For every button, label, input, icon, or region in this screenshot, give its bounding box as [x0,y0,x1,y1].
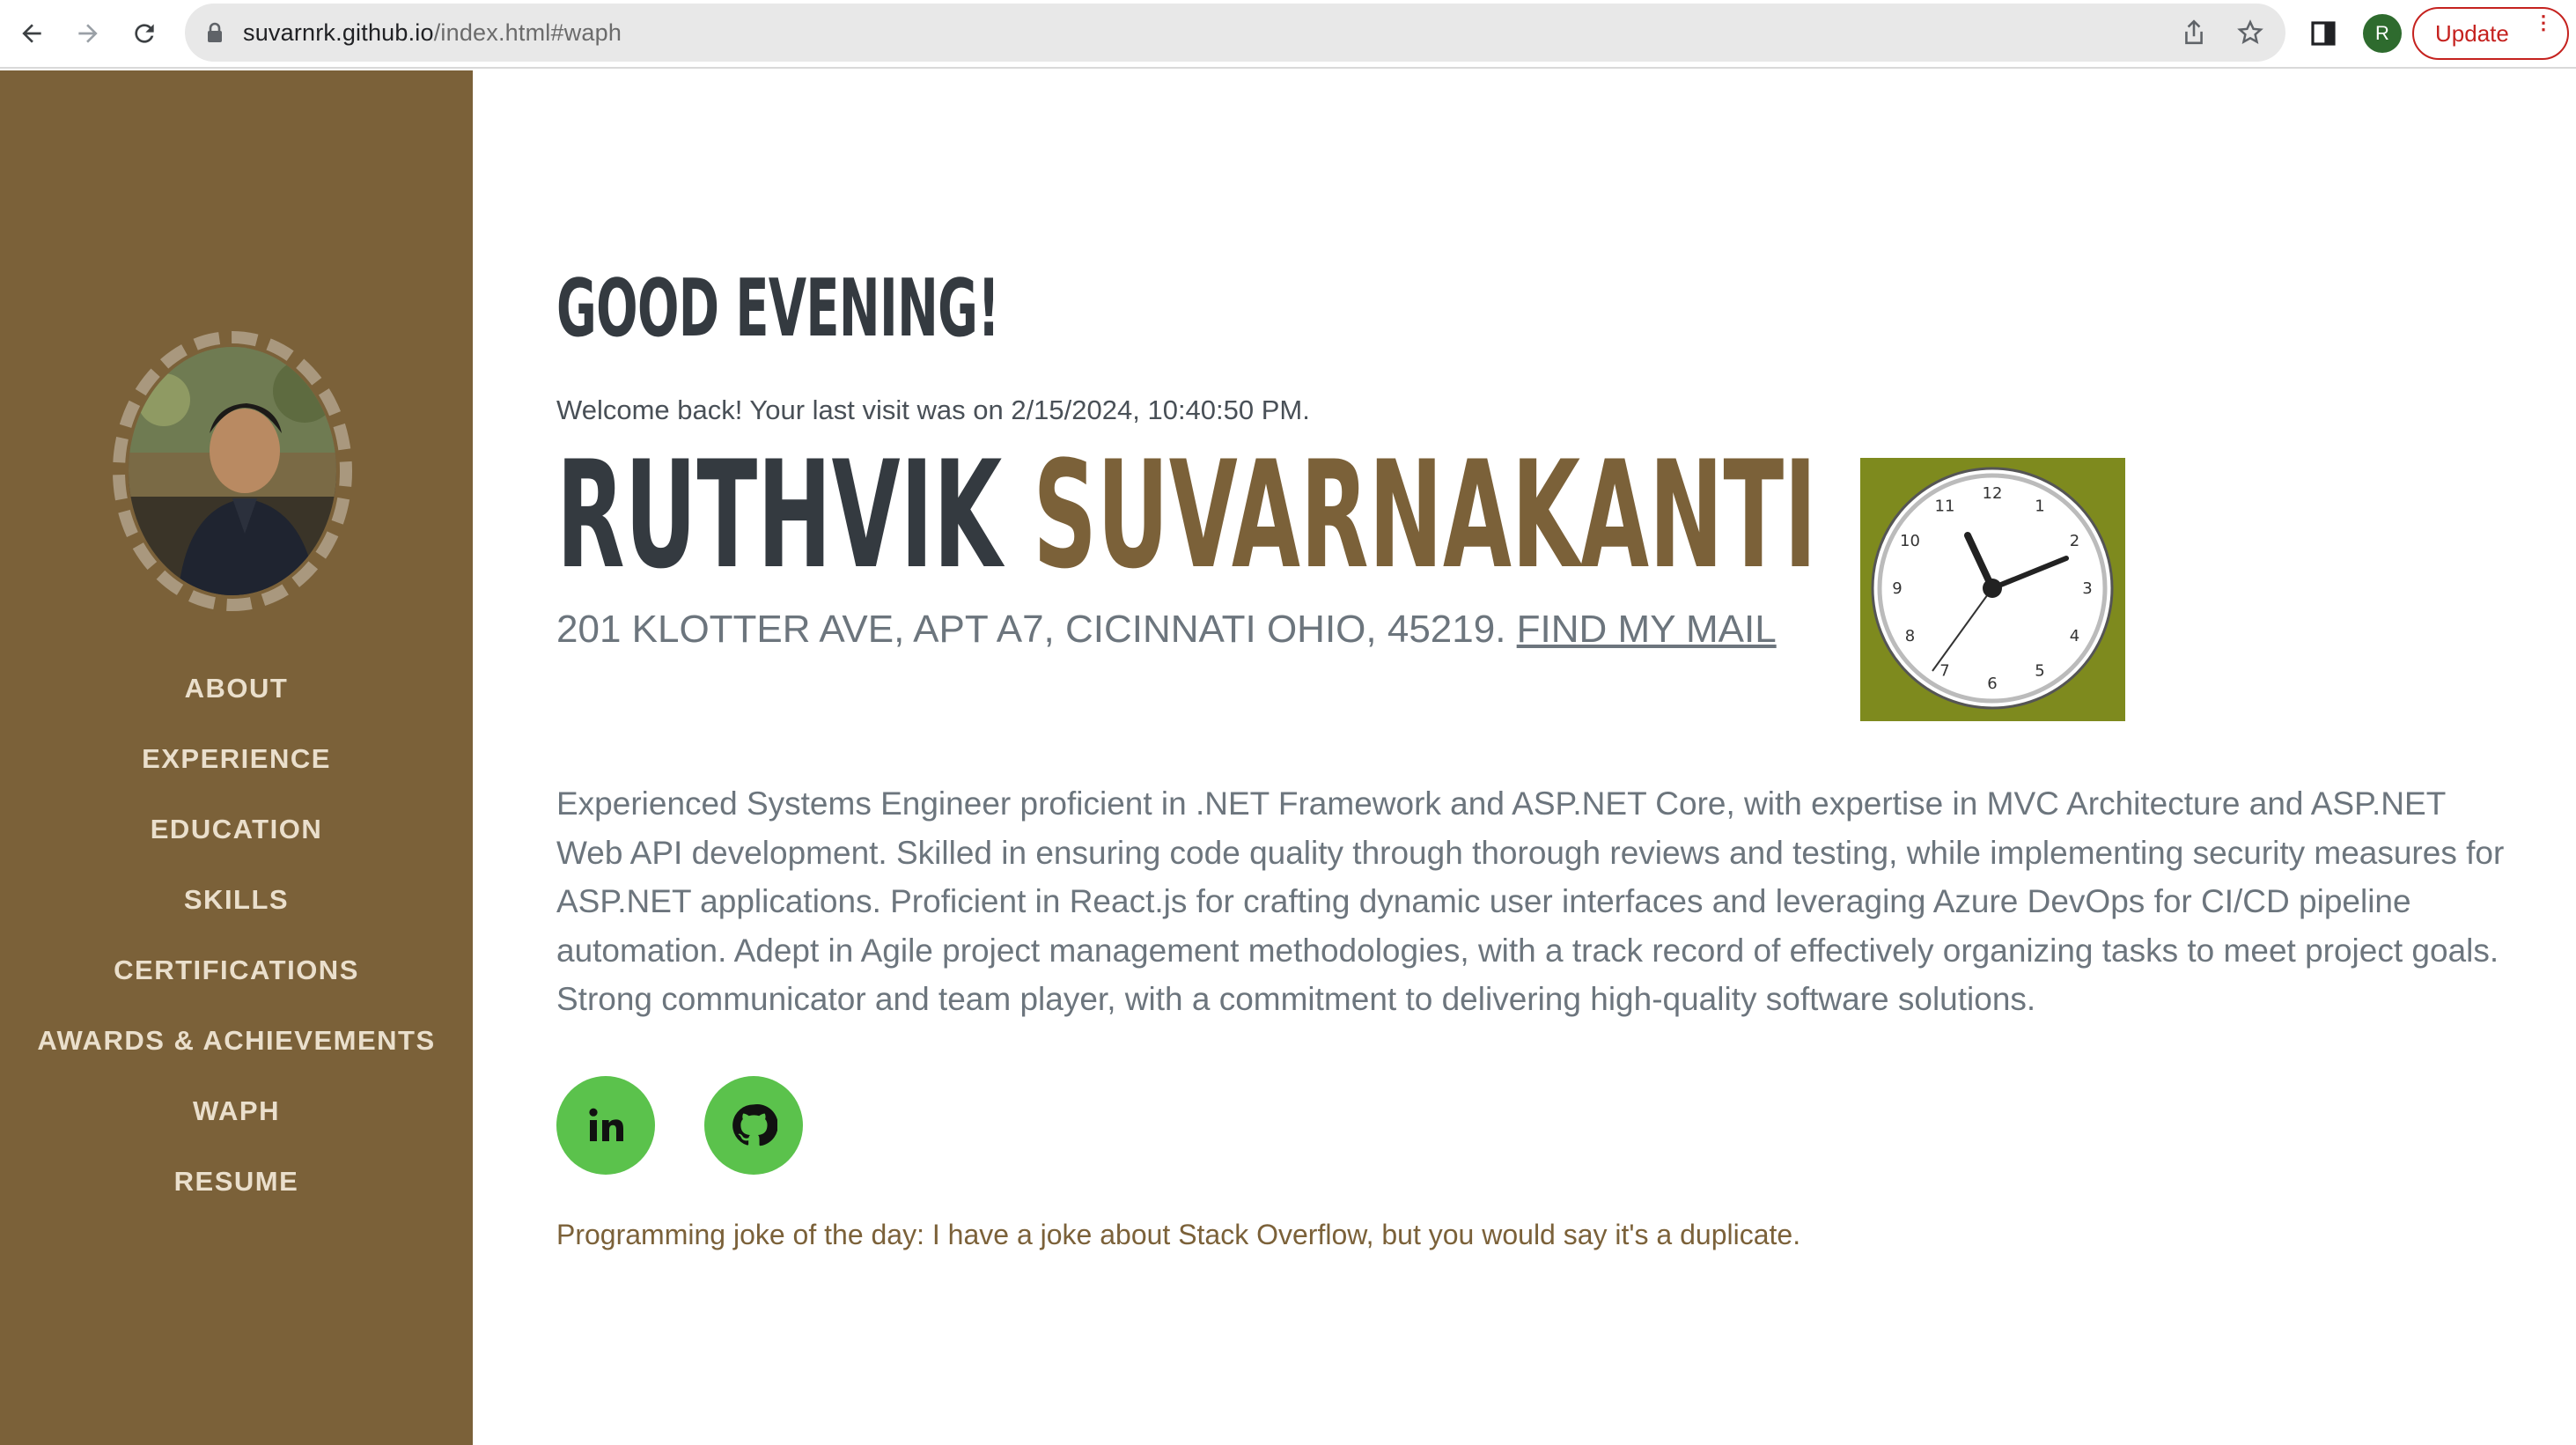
clock-number: 4 [2070,627,2079,645]
sidebar-item-awards[interactable]: AWARDS & ACHIEVEMENTS [0,1006,473,1076]
star-icon [2237,19,2263,44]
share-icon [2185,19,2203,45]
find-my-mail-link[interactable]: FIND MY MAIL [1517,608,1777,651]
clock-number: 2 [2070,532,2079,550]
clock-number: 11 [1935,498,1955,516]
lock-icon [208,22,222,42]
url-text[interactable]: suvarnrk.github.io/index.html#waph [243,4,622,62]
sidebar-item-skills[interactable]: SKILLS [0,865,473,935]
first-name: RUTHVIK [556,429,1003,601]
update-label: Update [2435,19,2509,47]
profile-avatar[interactable]: R [2363,14,2402,53]
reload-button[interactable] [123,12,166,55]
clock-face: 121234567891011 [1871,467,2114,710]
share-button[interactable] [2180,18,2208,47]
name-heading: RUTHVIK SUVARNAKANTI [556,440,1817,590]
clock-number: 5 [2035,662,2044,681]
clock-number: 12 [1983,484,2003,503]
linkedin-icon [589,1108,623,1141]
last-name: SUVARNAKANTI [1033,429,1817,601]
update-button[interactable]: Update ⋮ [2412,7,2569,60]
clock-number: 6 [1987,675,1997,693]
forward-arrow-icon [78,24,98,43]
analog-clock: 12 1 2 3 4 5 6 7 8 9 10 11 [1860,458,2125,721]
clock-number: 9 [1892,579,1902,598]
programming-joke: Programming joke of the day: I have a jo… [556,1219,1801,1250]
clock-number: 8 [1905,627,1915,645]
side-panel-icon [2311,21,2336,46]
clock-number: 1 [2035,498,2044,516]
sidebar: ABOUT EXPERIENCE EDUCATION SKILLS CERTIF… [0,70,473,1445]
browser-toolbar: suvarnrk.github.io/index.html#waph R Upd… [0,0,2576,69]
github-icon [732,1104,777,1146]
bookmark-button[interactable] [2236,18,2264,47]
last-visit-text: Welcome back! Your last visit was on 2/1… [556,394,1310,425]
github-button[interactable] [704,1076,803,1175]
clock-number: 3 [2082,579,2092,598]
reload-icon [135,24,154,43]
sidebar-item-experience[interactable]: EXPERIENCE [0,724,473,794]
address-text: 201 KLOTTER AVE, APT A7, CICINNATI OHIO,… [556,608,1506,651]
sidebar-item-waph[interactable]: WAPH [0,1076,473,1146]
back-button[interactable] [11,12,53,55]
forward-button[interactable] [67,12,109,55]
profile-photo [129,347,336,595]
back-arrow-icon [22,24,41,43]
address-bar[interactable]: suvarnrk.github.io/index.html#waph [185,4,2285,62]
sidebar-item-resume[interactable]: RESUME [0,1146,473,1217]
sidebar-item-about[interactable]: ABOUT [0,653,473,724]
greeting-heading: GOOD EVENING! [556,262,1000,355]
sidebar-item-certifications[interactable]: CERTIFICATIONS [0,935,473,1006]
menu-dots-icon: ⋮ [2534,11,2553,33]
address-line: 201 KLOTTER AVE, APT A7, CICINNATI OHIO,… [556,608,1777,652]
sidebar-nav: ABOUT EXPERIENCE EDUCATION SKILLS CERTIF… [0,653,473,1217]
sidebar-item-education[interactable]: EDUCATION [0,794,473,865]
professional-summary: Experienced Systems Engineer proficient … [556,785,2505,1017]
clock-number: 7 [1939,662,1949,681]
linkedin-button[interactable] [556,1076,655,1175]
profile-photo-illustration [129,347,336,595]
clock-number: 10 [1900,532,1920,550]
side-panel-button[interactable] [2302,12,2344,55]
